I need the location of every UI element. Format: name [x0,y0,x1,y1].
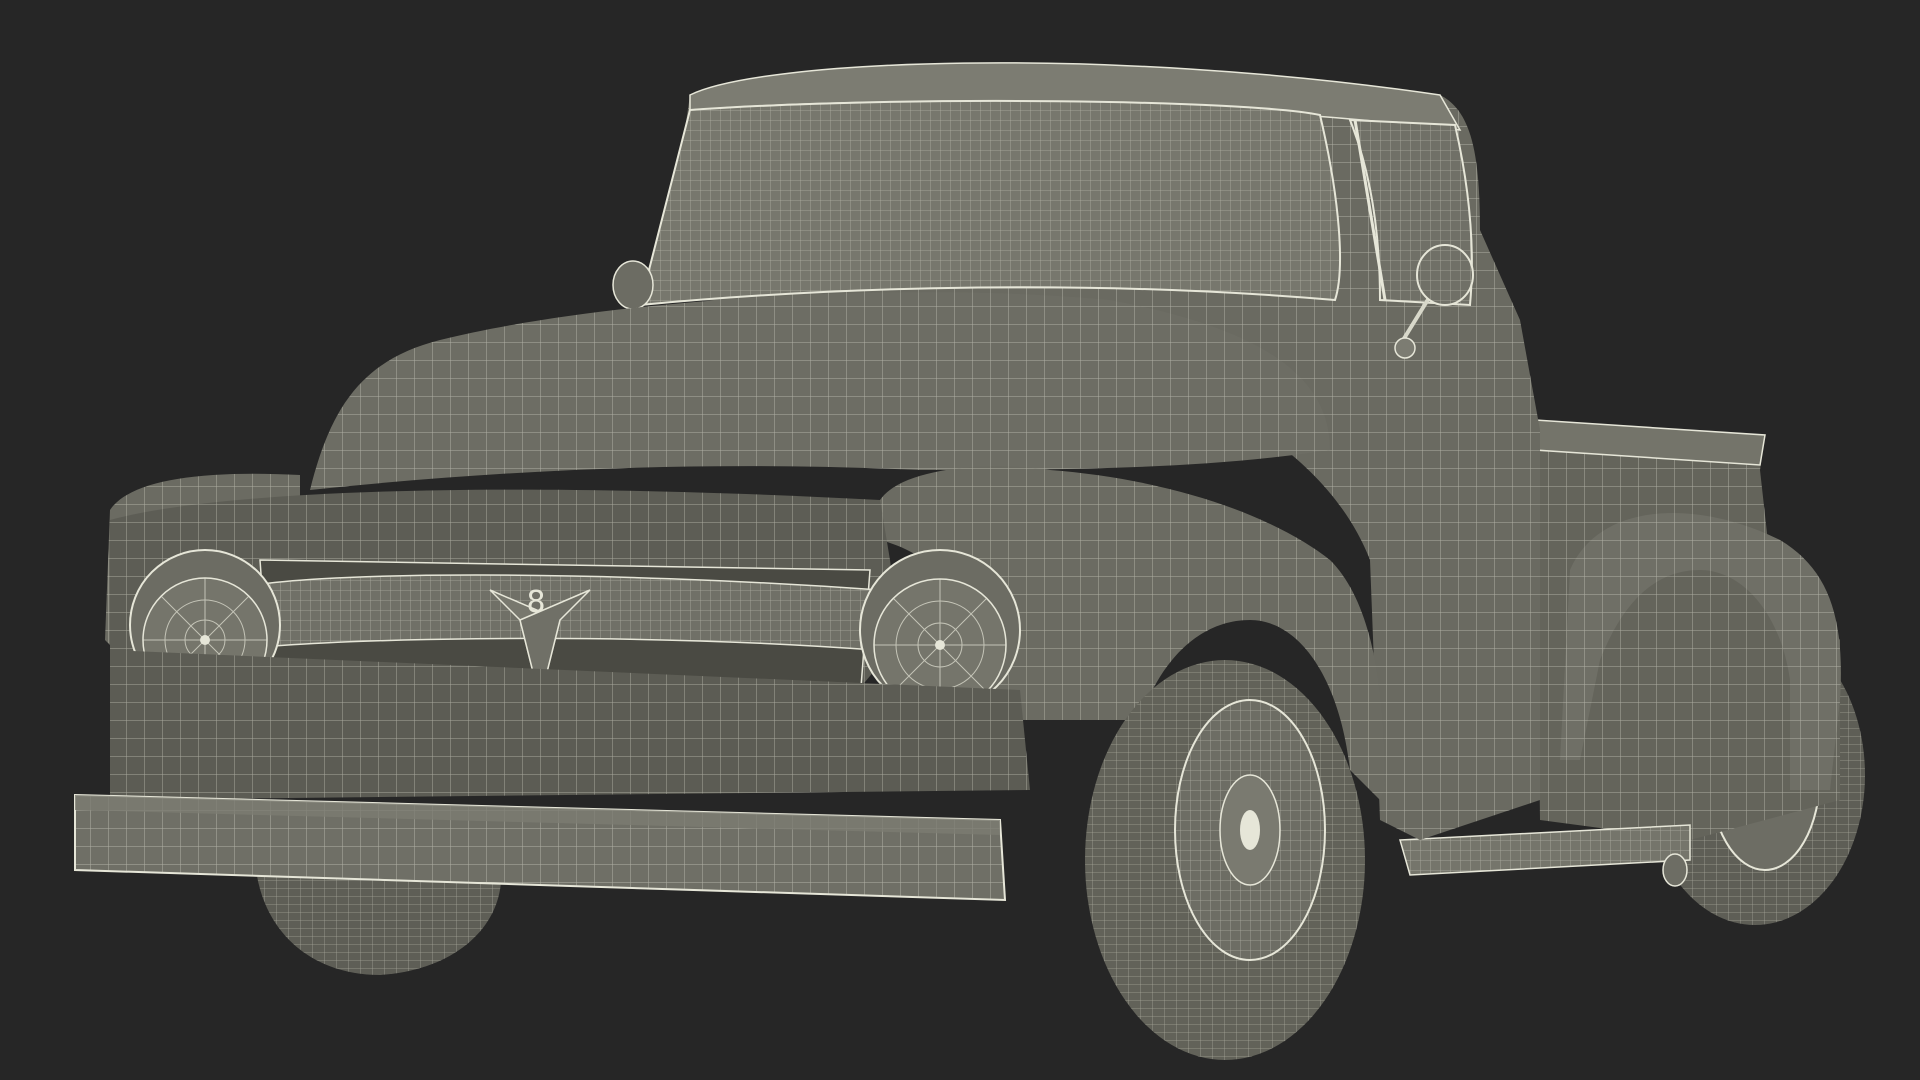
hood [310,292,1330,490]
right-front-wheel [1085,660,1365,1060]
exhaust-tip [1662,853,1688,887]
front-bumper [74,793,1007,902]
render-viewport: 8 [0,0,1920,1080]
running-board [1399,824,1691,876]
left-mirror [612,260,654,310]
badge-text: 8 [526,585,545,620]
truck-wireframe-render: 8 [74,62,1865,1060]
